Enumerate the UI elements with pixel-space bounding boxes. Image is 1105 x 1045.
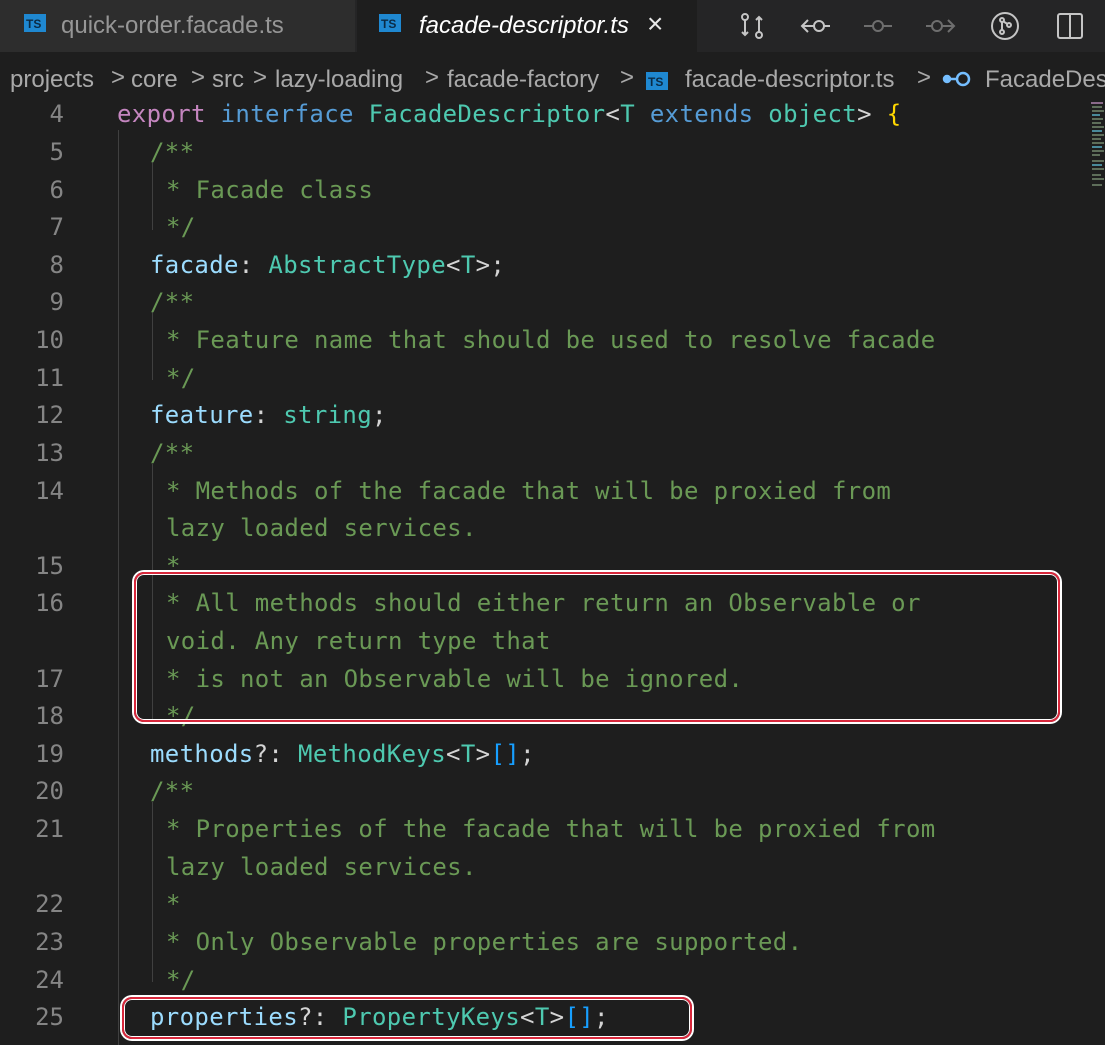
code-comment: * Methods of the facade that will be pro… bbox=[166, 477, 892, 505]
compare-changes-icon[interactable] bbox=[734, 8, 770, 44]
minimap[interactable] bbox=[1085, 100, 1105, 1045]
code-comment: */ bbox=[166, 213, 196, 241]
tab-quick-order-facade[interactable]: TS quick-order.facade.ts bbox=[0, 0, 355, 52]
minimap-line bbox=[1092, 126, 1104, 128]
breadcrumb-separator: > bbox=[620, 64, 635, 91]
annotation-highlight-box bbox=[134, 572, 1060, 722]
code-editor[interactable]: 4 5 6 7 8 9 10 11 12 13 14 15 16 17 18 1… bbox=[0, 100, 1085, 1045]
line-number: 18 bbox=[35, 702, 64, 730]
breadcrumb-separator: > bbox=[191, 64, 206, 91]
line-number: 24 bbox=[35, 966, 64, 994]
line-number: 5 bbox=[49, 138, 64, 166]
line-number: 12 bbox=[35, 401, 64, 429]
code-line: methods?: MethodKeys<T>[]; bbox=[150, 740, 535, 768]
breadcrumb-lazy-loading[interactable]: lazy-loading bbox=[275, 66, 403, 94]
current-change-icon[interactable] bbox=[860, 8, 896, 44]
indent-guide bbox=[152, 802, 153, 982]
previous-change-icon[interactable] bbox=[798, 8, 834, 44]
typescript-file-icon: TS bbox=[379, 14, 401, 32]
code-comment: /** bbox=[150, 288, 195, 316]
code-line: feature: string; bbox=[150, 401, 387, 429]
minimap-line bbox=[1092, 174, 1101, 176]
breadcrumb-core[interactable]: core bbox=[131, 66, 178, 94]
minimap-line bbox=[1092, 110, 1104, 112]
minimap-line bbox=[1092, 134, 1104, 136]
git-commit-icon[interactable] bbox=[987, 8, 1023, 44]
code-line: facade: AbstractType<T>; bbox=[150, 251, 506, 279]
line-number: 9 bbox=[49, 288, 64, 316]
line-number: 20 bbox=[35, 777, 64, 805]
line-number: 10 bbox=[35, 326, 64, 354]
code-comment: /** bbox=[150, 138, 195, 166]
annotation-highlight-box bbox=[122, 997, 692, 1039]
next-change-icon[interactable] bbox=[922, 8, 958, 44]
breadcrumb-separator: > bbox=[917, 64, 932, 91]
code-comment: * Facade class bbox=[166, 176, 374, 204]
breadcrumb-facade-factory[interactable]: facade-factory bbox=[447, 66, 599, 94]
breadcrumb-src[interactable]: src bbox=[212, 66, 244, 94]
line-number: 22 bbox=[35, 890, 64, 918]
code-comment: * Only Observable properties are support… bbox=[166, 928, 803, 956]
line-number: 11 bbox=[35, 364, 64, 392]
minimap-line bbox=[1092, 154, 1100, 156]
line-number: 8 bbox=[49, 251, 64, 279]
tab-label: quick-order.facade.ts bbox=[61, 12, 284, 39]
tab-label: facade-descriptor.ts bbox=[419, 12, 629, 39]
line-number: 14 bbox=[35, 477, 64, 505]
breadcrumb-separator: > bbox=[111, 64, 126, 91]
breadcrumb-separator: > bbox=[425, 64, 440, 91]
typescript-file-icon: TS bbox=[646, 72, 668, 90]
interface-symbol-icon bbox=[942, 68, 974, 97]
indent-guide bbox=[152, 312, 153, 380]
line-number: 16 bbox=[35, 589, 64, 617]
breadcrumb-facade-descriptor-symbol[interactable]: FacadeDes bbox=[985, 66, 1105, 94]
tab-bar: TS quick-order.facade.ts TS facade-descr… bbox=[0, 0, 1105, 52]
minimap-line bbox=[1092, 114, 1100, 116]
minimap-line bbox=[1092, 142, 1104, 144]
code-comment: */ bbox=[166, 364, 196, 392]
indent-guide bbox=[118, 130, 119, 1045]
code-comment: * Feature name that should be used to re… bbox=[166, 326, 936, 354]
line-number: 13 bbox=[35, 439, 64, 467]
line-number: 23 bbox=[35, 928, 64, 956]
breadcrumb-separator: > bbox=[253, 64, 268, 91]
minimap-line bbox=[1092, 118, 1103, 120]
code-comment: * bbox=[166, 890, 181, 918]
minimap-line bbox=[1091, 102, 1103, 104]
line-number: 15 bbox=[35, 552, 64, 580]
close-icon[interactable]: × bbox=[647, 8, 663, 40]
code-comment: */ bbox=[166, 966, 196, 994]
line-number: 7 bbox=[49, 213, 64, 241]
line-number: 19 bbox=[35, 740, 64, 768]
minimap-line bbox=[1092, 130, 1102, 132]
code-comment: * Properties of the facade that will be … bbox=[166, 815, 936, 843]
code-comment: /** bbox=[150, 777, 195, 805]
minimap-line bbox=[1092, 178, 1104, 180]
minimap-line bbox=[1092, 160, 1104, 162]
minimap-line bbox=[1092, 106, 1102, 108]
tab-facade-descriptor[interactable]: TS facade-descriptor.ts × bbox=[357, 0, 697, 52]
code-comment: /** bbox=[150, 439, 195, 467]
breadcrumb: projects > core > src > lazy-loading > f… bbox=[0, 60, 1105, 104]
line-number: 6 bbox=[49, 176, 64, 204]
line-number: 4 bbox=[49, 100, 64, 128]
code-line: export interface FacadeDescriptor<T exte… bbox=[117, 100, 902, 128]
line-number: 25 bbox=[35, 1003, 64, 1031]
minimap-line bbox=[1092, 150, 1104, 152]
indent-guide bbox=[152, 162, 153, 230]
breadcrumb-projects[interactable]: projects bbox=[10, 66, 94, 94]
breadcrumb-facade-descriptor-file[interactable]: facade-descriptor.ts bbox=[685, 66, 894, 94]
code-comment: lazy loaded services. bbox=[166, 514, 477, 542]
typescript-file-icon: TS bbox=[24, 14, 46, 32]
minimap-line bbox=[1092, 164, 1102, 166]
minimap-line bbox=[1092, 168, 1104, 170]
line-number: 17 bbox=[35, 665, 64, 693]
line-number: 21 bbox=[35, 815, 64, 843]
code-comment: lazy loaded services. bbox=[166, 853, 477, 881]
minimap-line bbox=[1092, 138, 1101, 140]
split-editor-icon[interactable] bbox=[1052, 8, 1088, 44]
minimap-line bbox=[1092, 184, 1102, 186]
minimap-line bbox=[1092, 146, 1102, 148]
minimap-line bbox=[1092, 122, 1101, 124]
